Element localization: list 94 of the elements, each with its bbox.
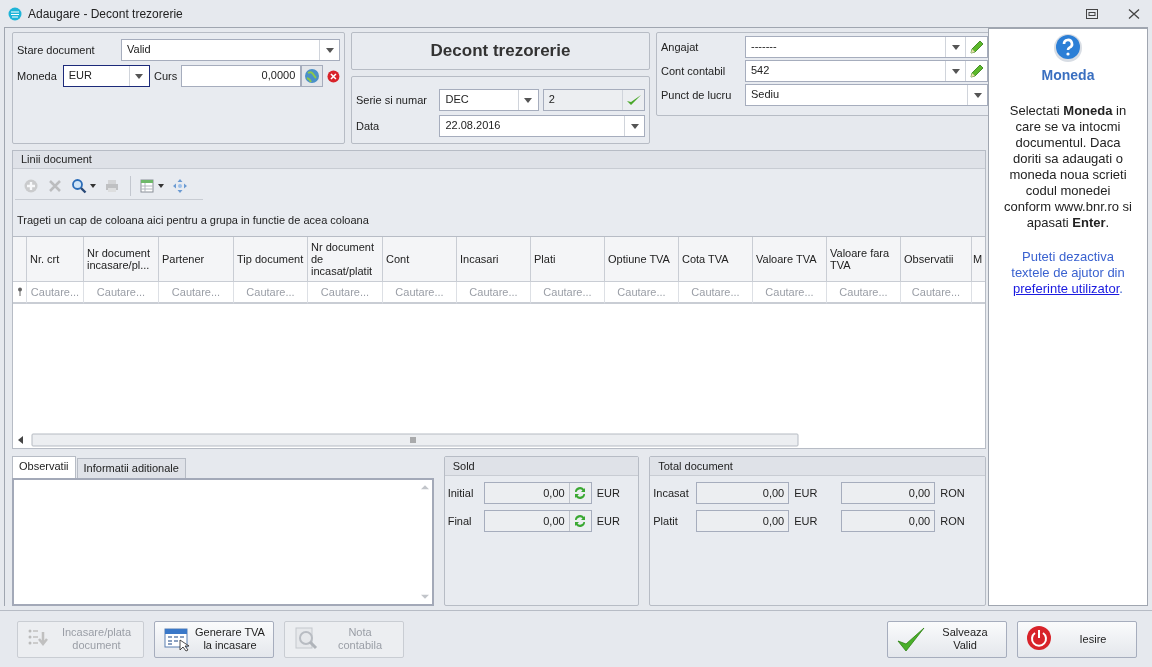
dropdown-arrow-icon — [135, 73, 144, 79]
field-label: Moneda — [17, 70, 58, 82]
checkmark-icon[interactable] — [625, 93, 642, 107]
dropdown-arrow-icon — [325, 47, 334, 53]
column-header[interactable]: Nr. crt — [27, 237, 84, 282]
app-logo-icon — [8, 6, 22, 21]
printer-icon — [104, 177, 120, 194]
amount-field[interactable]: 0,00 — [841, 510, 936, 532]
currency-label: RON — [940, 487, 965, 499]
field-label: Angajat — [661, 41, 700, 53]
column-header[interactable]: Cota TVA — [679, 237, 753, 282]
help-icon — [1053, 33, 1083, 63]
number-field[interactable]: 2 — [542, 89, 645, 111]
action-button[interactable]: Generare TVA la incasare — [154, 620, 274, 658]
dropdown-arrow-icon — [951, 44, 960, 50]
globe-icon — [304, 68, 321, 84]
field-label: Platit — [653, 515, 679, 527]
document-magnifier-icon — [293, 626, 319, 652]
dropdown-arrow-icon — [951, 68, 960, 74]
field-label: Data — [356, 120, 381, 132]
status-dropdown[interactable]: Valid — [121, 39, 340, 61]
dropdown-arrow-icon — [524, 97, 533, 103]
currency-dropdown[interactable]: EUR — [62, 65, 150, 87]
field-label: Initial — [447, 487, 475, 499]
notes-field[interactable] — [12, 478, 434, 606]
field-label: Final — [447, 515, 473, 527]
checkmark-icon — [896, 625, 926, 653]
employee-dropdown[interactable]: ------- — [745, 36, 988, 58]
dropdown-arrow-icon — [90, 183, 96, 188]
currency-label: RON — [940, 515, 965, 527]
restore-icon[interactable] — [1086, 8, 1098, 19]
field-label: Cont contabil — [661, 65, 727, 77]
dropdown-arrow-icon — [630, 123, 639, 129]
column-header[interactable]: Valoare TVA — [753, 237, 827, 282]
field-label: Serie si numar — [356, 94, 428, 106]
close-icon[interactable] — [1128, 8, 1140, 19]
filter-row-icon — [16, 287, 23, 296]
search-icon — [71, 177, 87, 194]
panel-title: Total document — [650, 457, 985, 476]
panel-title: Sold — [444, 457, 639, 476]
globe-button[interactable] — [301, 65, 324, 87]
column-header[interactable]: M — [972, 237, 985, 282]
series-dropdown[interactable]: DEC — [439, 89, 539, 111]
currency-label: EUR — [794, 487, 819, 499]
help-note: Puteti dezactiva textele de ajutor din preferinte utilizator. — [1010, 249, 1126, 297]
delete-icon — [47, 177, 63, 194]
amount-field[interactable]: 0,00 — [841, 482, 936, 504]
amount-field[interactable]: 0,00 — [483, 510, 592, 532]
currency-label: EUR — [596, 487, 620, 499]
field-label: Curs — [153, 70, 178, 82]
move-icon — [172, 177, 188, 194]
group-hint: Trageti un cap de coloana aici pentru a grupa in functie de acea coloana — [16, 213, 370, 228]
currency-label: EUR — [794, 515, 819, 527]
help-text: Selectati Moneda in care se va intocmi documentul. Daca doriti sa adaugati o moneda noua scrieti codul monedei conform www.bnr.ro si apasati Enter. — [1003, 103, 1133, 231]
column-header[interactable]: Nr document incasare/pl... — [84, 237, 159, 282]
column-header[interactable]: Optiune TVA — [605, 237, 679, 282]
dropdown-arrow-icon — [973, 92, 982, 98]
window-title: Adaugare - Decont trezorerie — [28, 6, 183, 21]
tab[interactable]: Observatii — [12, 456, 76, 478]
field-label: Stare document — [17, 44, 96, 56]
table-layout-icon-button[interactable] — [130, 175, 166, 196]
power-icon — [1026, 625, 1052, 653]
column-header[interactable]: Observatii — [901, 237, 972, 282]
document-title: Decont trezorerie — [351, 32, 650, 70]
pencil-icon[interactable] — [968, 63, 985, 79]
column-header[interactable]: Plati — [531, 237, 605, 282]
column-header[interactable]: Cont — [383, 237, 457, 282]
help-title: Moneda — [1041, 67, 1095, 83]
add-icon — [23, 177, 39, 194]
dialog-button[interactable]: Iesire — [1017, 620, 1137, 658]
column-header[interactable]: Incasari — [457, 237, 531, 282]
field-label: Incasat — [653, 487, 690, 499]
dropdown-arrow-icon — [158, 183, 164, 188]
table-layout-icon — [139, 177, 155, 194]
panel-title: Linii document — [13, 151, 985, 169]
column-header[interactable]: Valoare fara TVA — [827, 237, 901, 282]
amount-field[interactable]: 0,00 — [696, 510, 790, 532]
pencil-icon[interactable] — [968, 39, 985, 55]
column-header[interactable]: Nr document de incasat/platit — [308, 237, 383, 282]
combo-dropdown[interactable]: 542 — [745, 60, 988, 82]
amount-field[interactable]: 0,00 — [696, 482, 790, 504]
rate-field[interactable]: 0,0000 — [181, 65, 302, 87]
clear-icon[interactable] — [327, 69, 340, 83]
tab[interactable]: Informatii aditionale — [76, 458, 186, 478]
field-label: Punct de lucru — [661, 89, 733, 101]
amount-field[interactable]: 0,00 — [483, 482, 592, 504]
calendar-cursor-icon — [163, 626, 189, 652]
currency-label: EUR — [596, 515, 620, 527]
preferences-link[interactable]: preferinte utilizator — [1013, 281, 1120, 296]
combo-dropdown[interactable]: Sediu — [745, 84, 988, 106]
column-header[interactable]: Tip document — [234, 237, 308, 282]
column-header[interactable]: Partener — [159, 237, 234, 282]
date-picker[interactable]: 22.08.2016 — [439, 115, 645, 137]
dialog-button[interactable]: Salveaza Valid — [887, 620, 1007, 658]
